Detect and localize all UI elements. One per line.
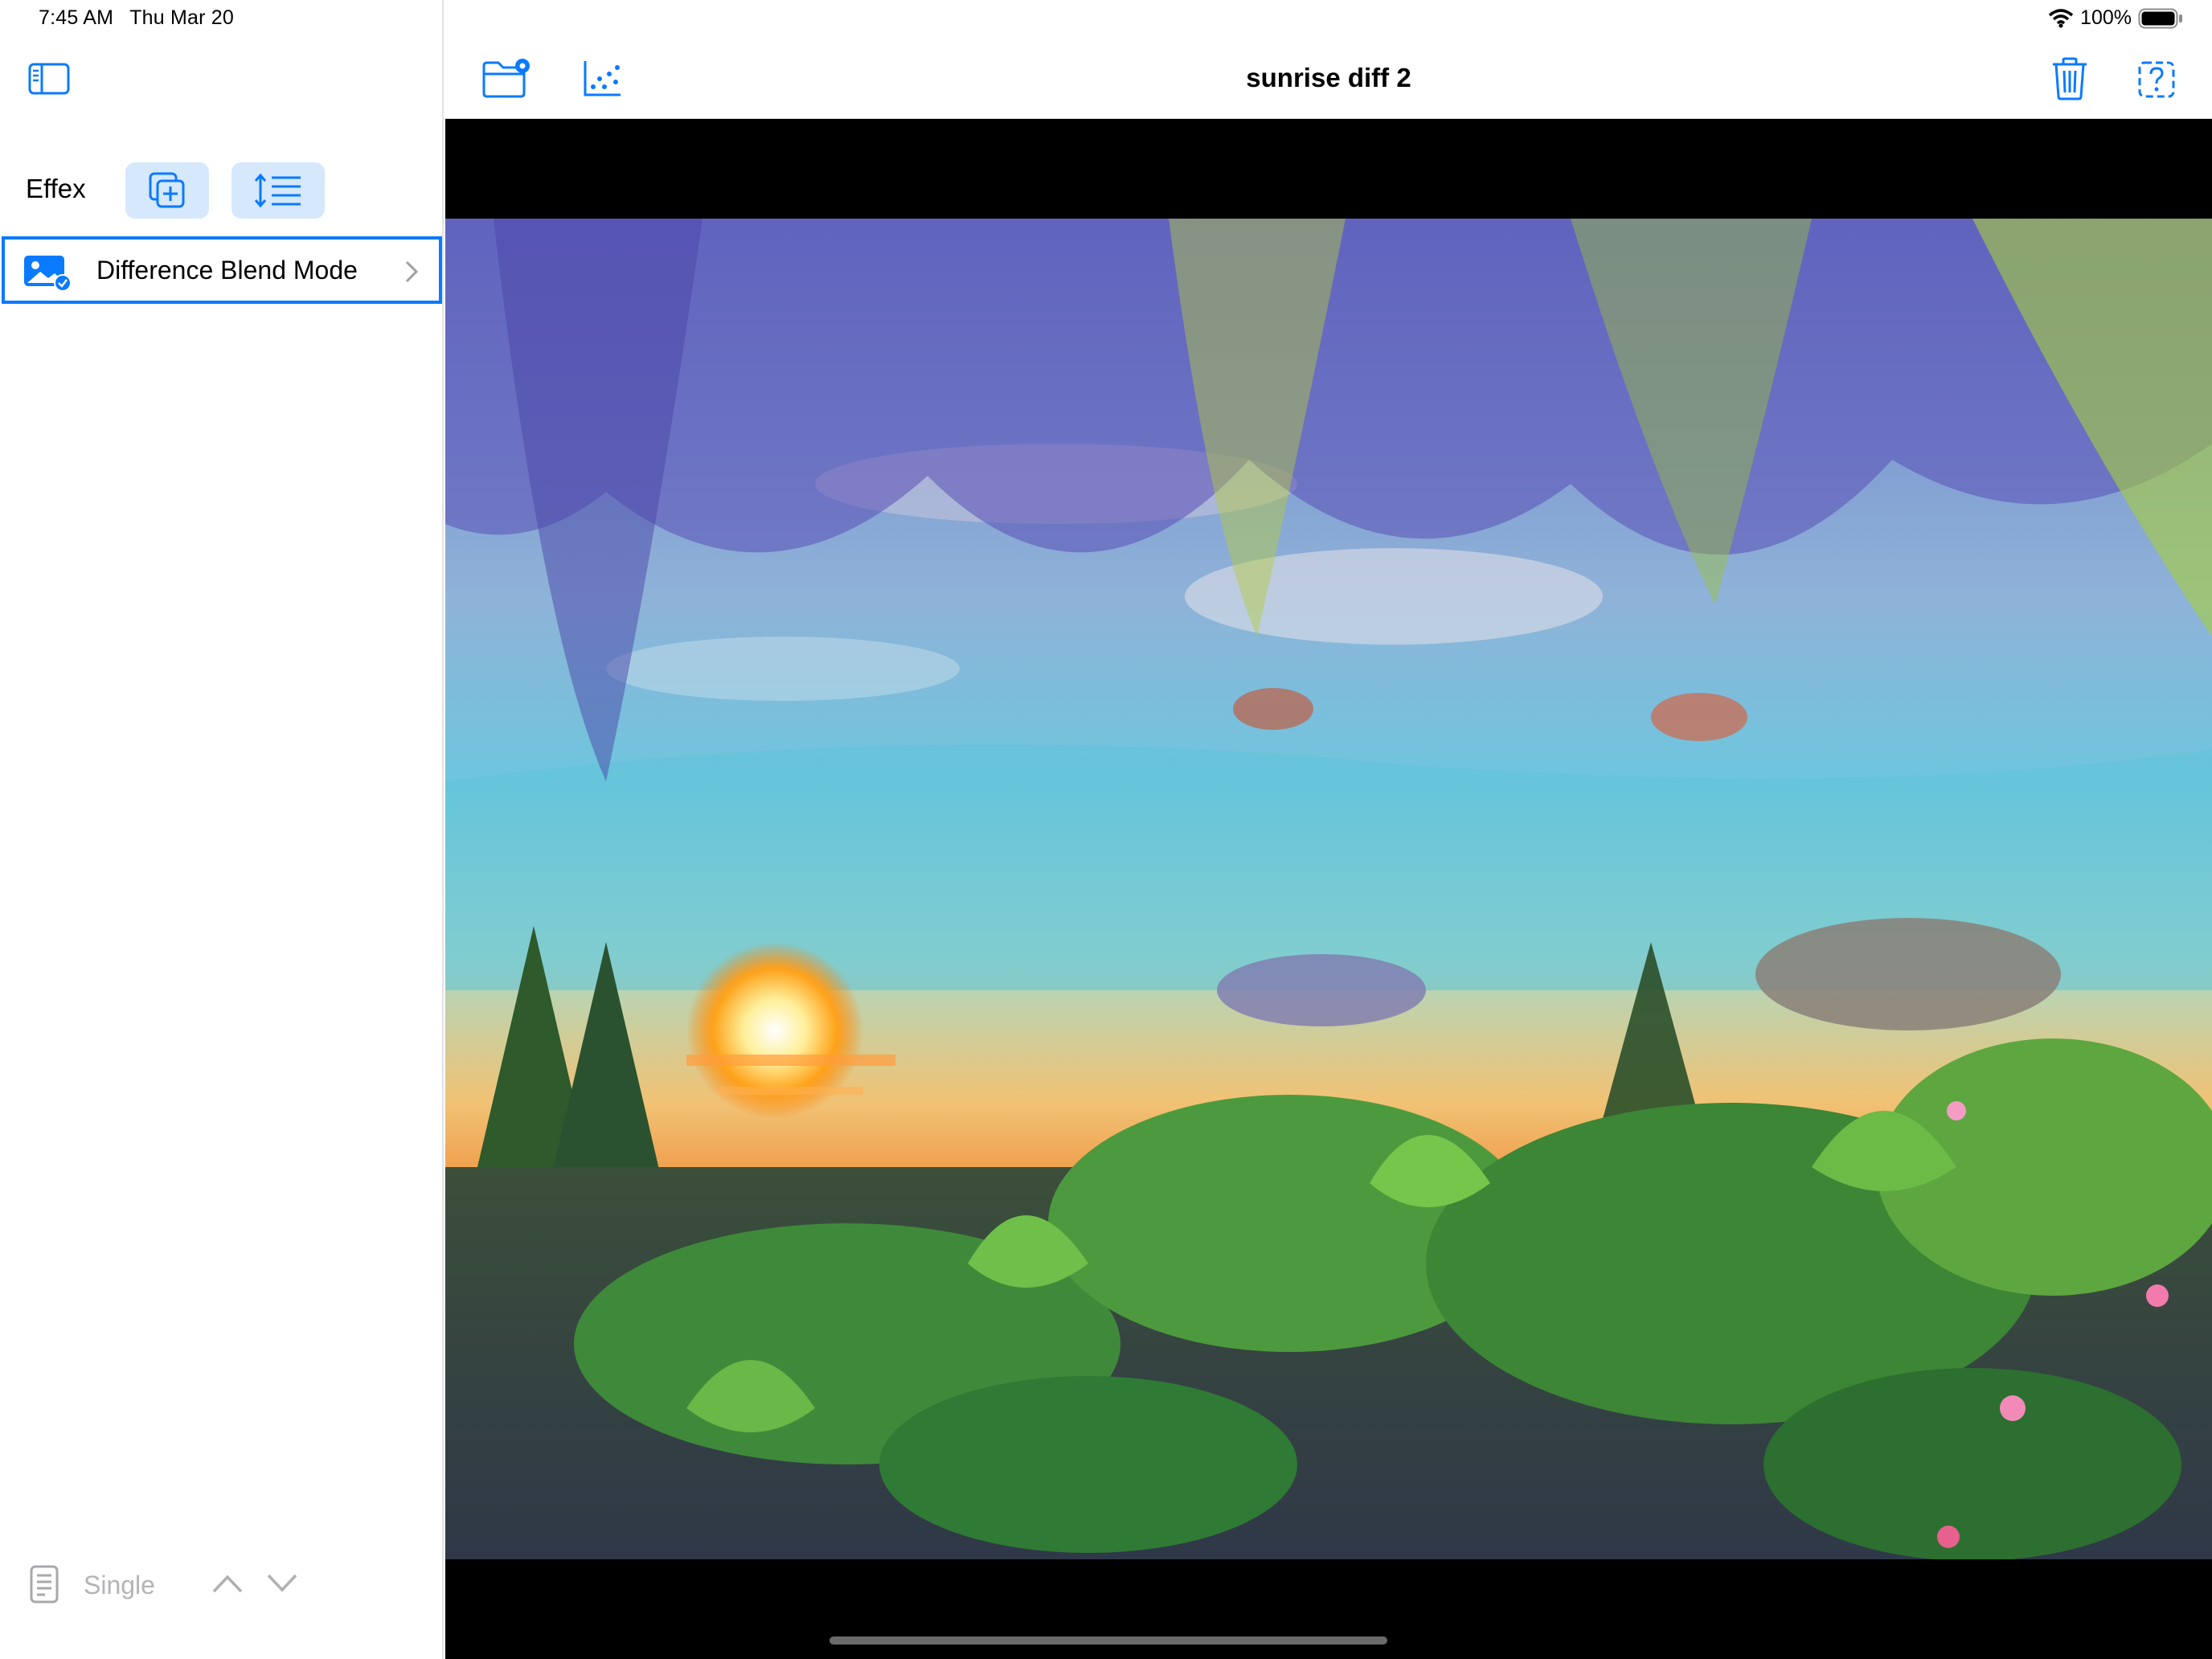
add-effect-button[interactable] <box>125 162 209 219</box>
status-time: 7:45 AM Thu Mar 20 <box>39 6 250 30</box>
sidebar-toggle-button[interactable] <box>27 61 71 96</box>
chevron-up-icon[interactable] <box>211 1572 244 1595</box>
sidebar-icon <box>28 63 70 95</box>
effex-section-label: Effex <box>26 174 86 203</box>
reorder-icon <box>254 173 301 208</box>
delete-button[interactable] <box>2050 56 2103 105</box>
add-layer-icon <box>149 172 185 208</box>
battery-icon <box>2138 8 2182 28</box>
status-time-text: 7:45 AM <box>39 6 114 29</box>
app-window: 7:45 AM Thu Mar 20 Effex Difference Blen… <box>0 0 2212 1659</box>
image-canvas[interactable] <box>445 119 2212 1659</box>
home-indicator <box>830 1636 1387 1645</box>
status-indicators: 100% <box>2048 6 2183 30</box>
document-title: sunrise diff 2 <box>1246 63 1411 92</box>
processed-photo <box>445 219 2212 1559</box>
chevron-right-icon <box>405 260 419 283</box>
toolbar: 100% sunrise diff 2 <box>445 0 2212 119</box>
status-date-text: Thu Mar 20 <box>129 6 234 29</box>
help-icon <box>2138 61 2175 98</box>
wifi-icon <box>2048 8 2074 27</box>
document-icon[interactable] <box>29 1564 59 1604</box>
reorder-effects-button[interactable] <box>231 162 325 219</box>
sidebar: 7:45 AM Thu Mar 20 Effex Difference Blen… <box>0 0 444 1659</box>
photo-checkmark-icon <box>24 256 72 292</box>
help-button[interactable] <box>2136 56 2189 105</box>
chevron-down-icon[interactable] <box>265 1572 299 1595</box>
mode-label[interactable]: Single <box>84 1571 155 1600</box>
trash-icon <box>2053 57 2087 100</box>
battery-percent: 100% <box>2080 6 2132 29</box>
main-content: 100% sunrise diff 2 <box>445 0 2212 1659</box>
bottom-mode-bar: Single <box>0 1559 444 1611</box>
photo-image <box>445 219 2212 1559</box>
effect-label: Difference Blend Mode <box>96 256 358 285</box>
effect-row-difference-blend[interactable]: Difference Blend Mode <box>2 236 442 304</box>
